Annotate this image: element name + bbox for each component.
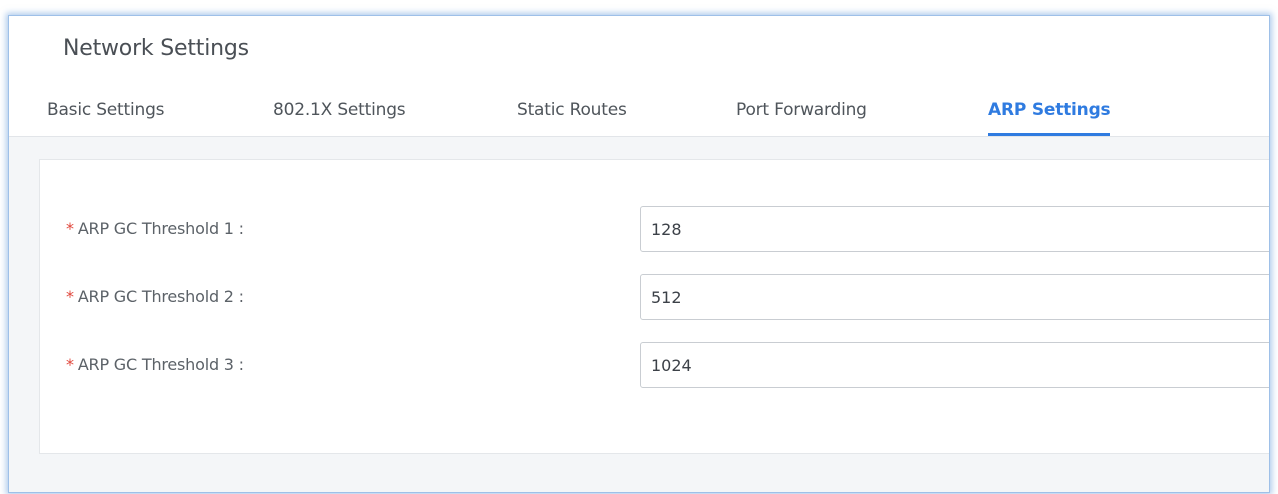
field-label-text: ARP GC Threshold 2 : — [77, 287, 244, 306]
arp-settings-form: *ARP GC Threshold 1 : *ARP GC Threshold … — [39, 159, 1269, 454]
field-label-text: ARP GC Threshold 3 : — [77, 355, 244, 374]
form-row-arp-gc-threshold-1: * ARP GC Threshold 1 : — [40, 206, 1269, 252]
tab-8021x-settings[interactable]: 802.1X Settings — [273, 100, 406, 120]
tab-port-forwarding[interactable]: Port Forwarding — [736, 100, 867, 120]
page-title: Network Settings — [63, 36, 249, 61]
page-header: Network Settings Basic Settings 802.1X S… — [9, 16, 1269, 137]
required-mark: * — [66, 219, 74, 238]
field-label-arp-gc-threshold-1: * ARP GC Threshold 1 : — [66, 219, 244, 238]
tab-bar: Basic Settings 802.1X Settings Static Ro… — [9, 100, 1269, 136]
form-row-arp-gc-threshold-3: * ARP GC Threshold 3 : — [40, 342, 1269, 388]
field-label-arp-gc-threshold-3: * ARP GC Threshold 3 : — [66, 355, 244, 374]
required-mark: * — [66, 287, 74, 306]
network-settings-window: Network Settings Basic Settings 802.1X S… — [8, 15, 1270, 493]
required-mark: * — [66, 355, 74, 374]
tab-arp-settings[interactable]: ARP Settings — [988, 100, 1111, 136]
arp-gc-threshold-1-input[interactable] — [640, 206, 1269, 252]
field-label-text: ARP GC Threshold 1 : — [77, 219, 244, 238]
form-row-arp-gc-threshold-2: * ARP GC Threshold 2 : — [40, 274, 1269, 320]
arp-gc-threshold-3-input[interactable] — [640, 342, 1269, 388]
tab-static-routes[interactable]: Static Routes — [517, 100, 627, 120]
tab-basic-settings[interactable]: Basic Settings — [47, 100, 165, 120]
field-label-arp-gc-threshold-2: * ARP GC Threshold 2 : — [66, 287, 244, 306]
arp-gc-threshold-2-input[interactable] — [640, 274, 1269, 320]
